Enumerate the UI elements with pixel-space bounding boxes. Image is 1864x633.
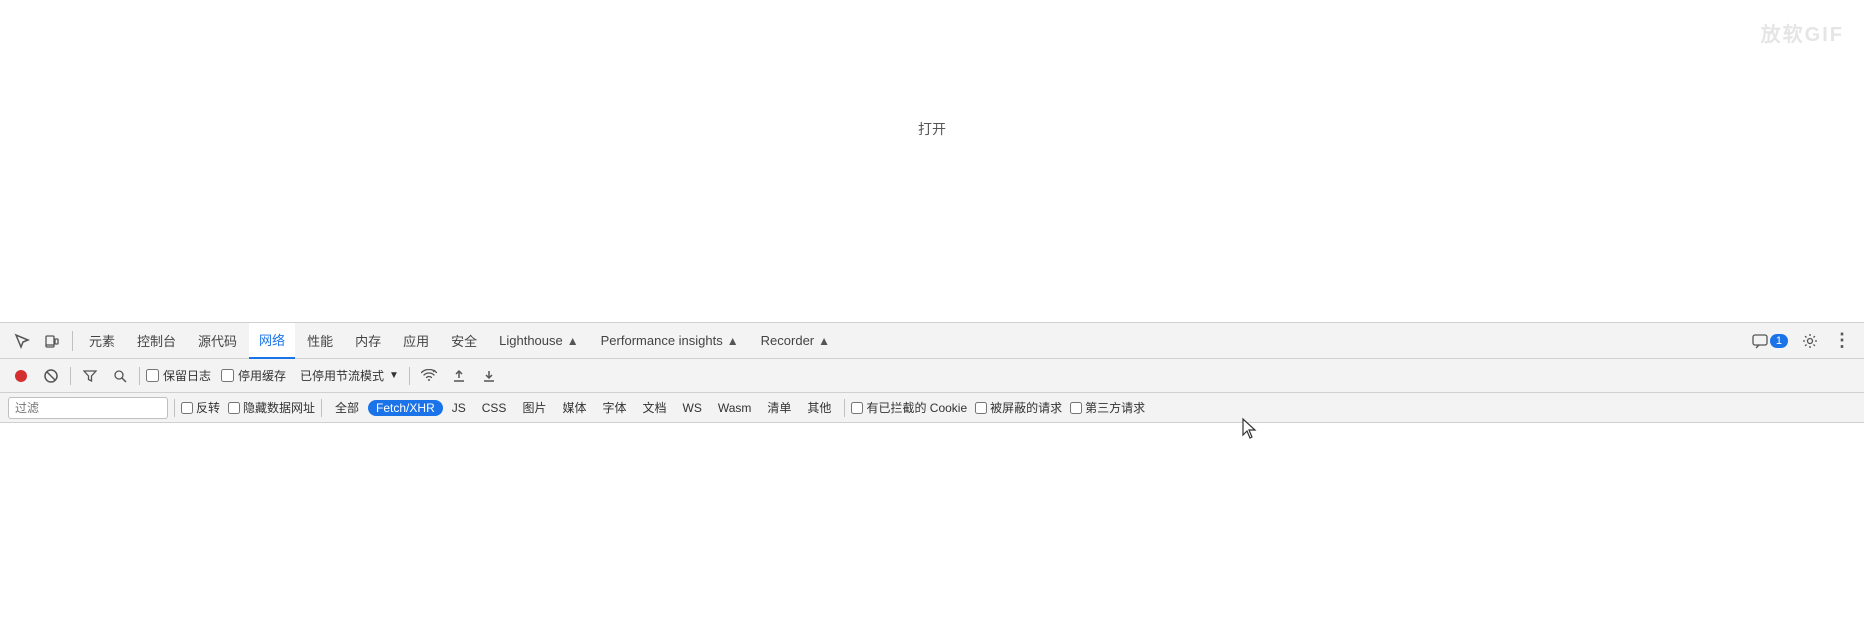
tab-bar-divider	[72, 331, 73, 351]
tab-security[interactable]: 安全	[441, 323, 487, 359]
toolbar-divider-3	[409, 367, 410, 385]
filter-tag-js[interactable]: JS	[445, 400, 473, 416]
settings-icon-button[interactable]	[1796, 327, 1824, 355]
blocked-requests-checkbox[interactable]: 被屏蔽的请求	[975, 399, 1062, 416]
blocked-cookies-input[interactable]	[851, 402, 863, 414]
third-party-input[interactable]	[1070, 402, 1082, 414]
filter-icon-button[interactable]	[77, 363, 103, 389]
tab-lighthouse[interactable]: Lighthouse ▲	[489, 323, 589, 359]
filter-tag-other[interactable]: 其他	[800, 398, 838, 417]
import-har-button[interactable]	[446, 363, 472, 389]
performance-insights-icon: ▲	[727, 334, 739, 348]
export-har-button[interactable]	[476, 363, 502, 389]
filter-tag-img[interactable]: 图片	[515, 398, 553, 417]
preserve-log-input[interactable]	[146, 369, 159, 382]
filter-tag-ws[interactable]: WS	[676, 400, 709, 416]
main-content-area: 打开	[0, 0, 1864, 258]
blocked-requests-input[interactable]	[975, 402, 987, 414]
filter-tag-clear[interactable]: 清单	[760, 398, 798, 417]
devtools-tab-bar: 元素 控制台 源代码 网络 性能 内存 应用 安全 Lighthouse ▲ P…	[0, 323, 1864, 359]
network-toolbar: 保留日志 停用缓存 已停用节流模式 ▼	[0, 359, 1864, 393]
tab-recorder[interactable]: Recorder ▲	[751, 323, 840, 359]
filter-tag-css[interactable]: CSS	[475, 400, 514, 416]
open-button[interactable]: 打开	[918, 119, 946, 139]
tab-application[interactable]: 应用	[393, 323, 439, 359]
filter-tag-doc[interactable]: 文档	[635, 398, 673, 417]
filter-divider-2	[321, 399, 322, 417]
invert-checkbox-input[interactable]	[181, 402, 193, 414]
filter-tag-wasm[interactable]: Wasm	[711, 400, 759, 416]
network-filter-row: 反转 隐藏数据网址 全部 Fetch/XHR JS CSS 图片 媒体 字体 文…	[0, 393, 1864, 423]
tab-sources[interactable]: 源代码	[188, 323, 247, 359]
filter-divider-1	[174, 399, 175, 417]
inspect-element-icon[interactable]	[8, 327, 36, 355]
device-toolbar-icon[interactable]	[38, 327, 66, 355]
filter-divider-3	[844, 399, 845, 417]
hide-data-urls-checkbox[interactable]: 隐藏数据网址	[228, 399, 315, 416]
stop-button[interactable]	[38, 363, 64, 389]
blocked-cookies-checkbox[interactable]: 有已拦截的 Cookie	[851, 399, 967, 416]
tab-console[interactable]: 控制台	[127, 323, 186, 359]
toolbar-divider-2	[139, 367, 140, 385]
filter-tag-fetch-xhr[interactable]: Fetch/XHR	[368, 400, 443, 416]
disable-cache-checkbox[interactable]: 停用缓存	[221, 367, 286, 384]
disable-cache-input[interactable]	[221, 369, 234, 382]
filter-tag-font[interactable]: 字体	[595, 398, 633, 417]
third-party-checkbox[interactable]: 第三方请求	[1070, 399, 1145, 416]
tab-elements[interactable]: 元素	[79, 323, 125, 359]
devtools-panel: 元素 控制台 源代码 网络 性能 内存 应用 安全 Lighthouse ▲ P…	[0, 322, 1864, 633]
invert-checkbox[interactable]: 反转	[181, 399, 220, 416]
filter-input[interactable]	[8, 397, 168, 419]
lighthouse-icon: ▲	[567, 334, 579, 348]
tab-performance[interactable]: 性能	[297, 323, 343, 359]
tab-network[interactable]: 网络	[249, 323, 295, 359]
recorder-icon: ▲	[818, 334, 830, 348]
toolbar-divider-1	[70, 367, 71, 385]
throttle-select[interactable]: 已停用节流模式 ▼	[296, 365, 403, 386]
filter-tag-media[interactable]: 媒体	[555, 398, 593, 417]
network-empty-area	[0, 423, 1864, 633]
filter-tag-all[interactable]: 全部	[328, 398, 366, 417]
more-options-icon-button[interactable]: ⋮	[1828, 327, 1856, 355]
search-icon-button[interactable]	[107, 363, 133, 389]
chat-badge: 1	[1770, 334, 1788, 348]
tab-bar-right: 1 ⋮	[1748, 327, 1856, 355]
chat-icon-button[interactable]: 1	[1748, 327, 1792, 355]
record-button[interactable]	[8, 363, 34, 389]
wifi-conditions-button[interactable]	[416, 363, 442, 389]
tab-memory[interactable]: 内存	[345, 323, 391, 359]
throttle-dropdown-icon: ▼	[389, 370, 399, 381]
preserve-log-checkbox[interactable]: 保留日志	[146, 367, 211, 384]
watermark: 放软GIF	[1761, 18, 1844, 47]
hide-data-urls-input[interactable]	[228, 402, 240, 414]
tab-performance-insights[interactable]: Performance insights ▲	[591, 323, 749, 359]
